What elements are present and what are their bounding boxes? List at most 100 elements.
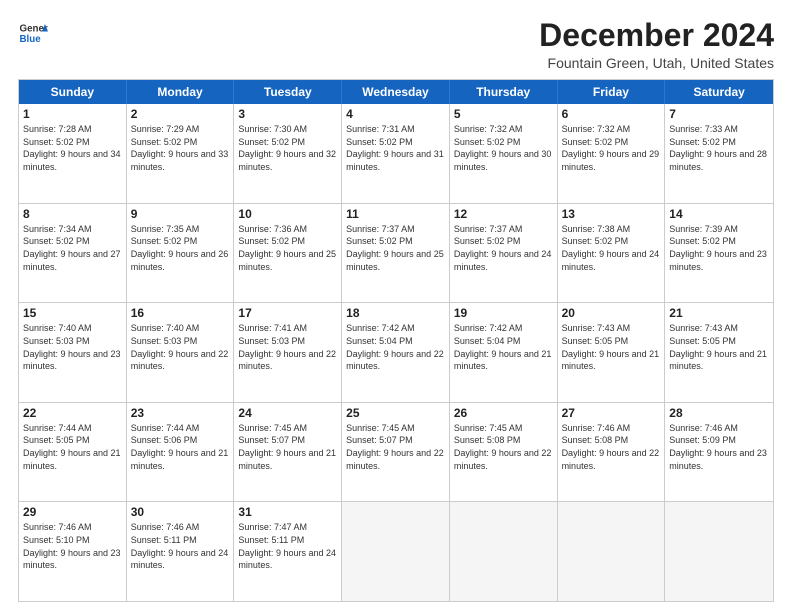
page: General Blue December 2024 Fountain Gree… — [0, 0, 792, 612]
day-number: 27 — [562, 406, 661, 420]
calendar-day-23: 23 Sunrise: 7:44 AMSunset: 5:06 PMDayligh… — [127, 403, 235, 502]
day-info: Sunrise: 7:47 AMSunset: 5:11 PMDaylight:… — [238, 521, 337, 571]
day-info: Sunrise: 7:45 AMSunset: 5:07 PMDaylight:… — [346, 422, 445, 472]
calendar-day-31: 31Sunrise: 7:47 AMSunset: 5:11 PMDayligh… — [234, 502, 342, 601]
month-title: December 2024 — [539, 18, 774, 53]
header-day-saturday: Saturday — [665, 80, 773, 104]
calendar-row-1: 8 Sunrise: 7:34 AMSunset: 5:02 PMDaylight… — [19, 203, 773, 303]
day-number: 23 — [131, 406, 230, 420]
day-number: 6 — [562, 107, 661, 121]
calendar-day-5: 5 Sunrise: 7:32 AMSunset: 5:02 PMDaylight… — [450, 104, 558, 203]
header-day-thursday: Thursday — [450, 80, 558, 104]
day-number: 3 — [238, 107, 337, 121]
calendar-day-11: 11Sunrise: 7:37 AMSunset: 5:02 PMDayligh… — [342, 204, 450, 303]
day-info: Sunrise: 7:32 AMSunset: 5:02 PMDaylight:… — [454, 123, 553, 173]
calendar-day-14: 14Sunrise: 7:39 AMSunset: 5:02 PMDayligh… — [665, 204, 773, 303]
day-info: Sunrise: 7:39 AMSunset: 5:02 PMDaylight:… — [669, 223, 769, 273]
calendar-day-20: 20Sunrise: 7:43 AMSunset: 5:05 PMDayligh… — [558, 303, 666, 402]
calendar-day-22: 22 Sunrise: 7:44 AMSunset: 5:05 PMDayligh… — [19, 403, 127, 502]
day-info: Sunrise: 7:46 AMSunset: 5:11 PMDaylight:… — [131, 521, 230, 571]
day-number: 15 — [23, 306, 122, 320]
day-info: Sunrise: 7:46 AMSunset: 5:08 PMDaylight:… — [562, 422, 661, 472]
svg-text:Blue: Blue — [20, 34, 42, 45]
calendar-day-13: 13 Sunrise: 7:38 AMSunset: 5:02 PMDayligh… — [558, 204, 666, 303]
day-info: Sunrise: 7:31 AMSunset: 5:02 PMDaylight:… — [346, 123, 445, 173]
day-info: Sunrise: 7:42 AMSunset: 5:04 PMDaylight:… — [454, 322, 553, 372]
day-number: 11 — [346, 207, 445, 221]
calendar-row-2: 15 Sunrise: 7:40 AMSunset: 5:03 PMDayligh… — [19, 302, 773, 402]
day-number: 21 — [669, 306, 769, 320]
calendar-day-3: 3Sunrise: 7:30 AMSunset: 5:02 PMDaylight… — [234, 104, 342, 203]
calendar: SundayMondayTuesdayWednesdayThursdayFrid… — [18, 79, 774, 602]
header-day-monday: Monday — [127, 80, 235, 104]
calendar-row-4: 29 Sunrise: 7:46 AMSunset: 5:10 PMDayligh… — [19, 501, 773, 601]
day-info: Sunrise: 7:34 AMSunset: 5:02 PMDaylight:… — [23, 223, 122, 273]
calendar-day-25: 25 Sunrise: 7:45 AMSunset: 5:07 PMDayligh… — [342, 403, 450, 502]
day-info: Sunrise: 7:29 AMSunset: 5:02 PMDaylight:… — [131, 123, 230, 173]
day-number: 25 — [346, 406, 445, 420]
calendar-day-19: 19Sunrise: 7:42 AMSunset: 5:04 PMDayligh… — [450, 303, 558, 402]
calendar-day-21: 21 Sunrise: 7:43 AMSunset: 5:05 PMDayligh… — [665, 303, 773, 402]
day-number: 26 — [454, 406, 553, 420]
day-number: 12 — [454, 207, 553, 221]
calendar-day-26: 26 Sunrise: 7:45 AMSunset: 5:08 PMDayligh… — [450, 403, 558, 502]
header-day-sunday: Sunday — [19, 80, 127, 104]
day-info: Sunrise: 7:46 AMSunset: 5:09 PMDaylight:… — [669, 422, 769, 472]
calendar-row-0: 1 Sunrise: 7:28 AMSunset: 5:02 PMDaylight… — [19, 104, 773, 203]
calendar-day-18: 18 Sunrise: 7:42 AMSunset: 5:04 PMDayligh… — [342, 303, 450, 402]
calendar-day-8: 8 Sunrise: 7:34 AMSunset: 5:02 PMDaylight… — [19, 204, 127, 303]
location: Fountain Green, Utah, United States — [539, 55, 774, 71]
header: General Blue December 2024 Fountain Gree… — [18, 18, 774, 71]
calendar-empty-cell — [558, 502, 666, 601]
calendar-day-7: 7Sunrise: 7:33 AMSunset: 5:02 PMDaylight… — [665, 104, 773, 203]
day-number: 18 — [346, 306, 445, 320]
day-number: 30 — [131, 505, 230, 519]
day-number: 22 — [23, 406, 122, 420]
day-number: 17 — [238, 306, 337, 320]
day-number: 5 — [454, 107, 553, 121]
day-info: Sunrise: 7:41 AMSunset: 5:03 PMDaylight:… — [238, 322, 337, 372]
calendar-day-15: 15 Sunrise: 7:40 AMSunset: 5:03 PMDayligh… — [19, 303, 127, 402]
day-info: Sunrise: 7:32 AMSunset: 5:02 PMDaylight:… — [562, 123, 661, 173]
logo-icon: General Blue — [18, 18, 48, 48]
day-info: Sunrise: 7:45 AMSunset: 5:08 PMDaylight:… — [454, 422, 553, 472]
day-number: 2 — [131, 107, 230, 121]
day-number: 28 — [669, 406, 769, 420]
calendar-day-17: 17 Sunrise: 7:41 AMSunset: 5:03 PMDayligh… — [234, 303, 342, 402]
day-number: 9 — [131, 207, 230, 221]
header-day-tuesday: Tuesday — [234, 80, 342, 104]
day-info: Sunrise: 7:37 AMSunset: 5:02 PMDaylight:… — [454, 223, 553, 273]
header-day-friday: Friday — [558, 80, 666, 104]
day-info: Sunrise: 7:46 AMSunset: 5:10 PMDaylight:… — [23, 521, 122, 571]
calendar-day-29: 29 Sunrise: 7:46 AMSunset: 5:10 PMDayligh… — [19, 502, 127, 601]
day-info: Sunrise: 7:40 AMSunset: 5:03 PMDaylight:… — [23, 322, 122, 372]
calendar-day-9: 9Sunrise: 7:35 AMSunset: 5:02 PMDaylight… — [127, 204, 235, 303]
day-number: 29 — [23, 505, 122, 519]
calendar-day-10: 10 Sunrise: 7:36 AMSunset: 5:02 PMDayligh… — [234, 204, 342, 303]
day-info: Sunrise: 7:44 AMSunset: 5:06 PMDaylight:… — [131, 422, 230, 472]
day-number: 13 — [562, 207, 661, 221]
day-info: Sunrise: 7:42 AMSunset: 5:04 PMDaylight:… — [346, 322, 445, 372]
day-number: 10 — [238, 207, 337, 221]
day-info: Sunrise: 7:36 AMSunset: 5:02 PMDaylight:… — [238, 223, 337, 273]
calendar-day-30: 30 Sunrise: 7:46 AMSunset: 5:11 PMDayligh… — [127, 502, 235, 601]
calendar-day-2: 2 Sunrise: 7:29 AMSunset: 5:02 PMDaylight… — [127, 104, 235, 203]
calendar-day-24: 24Sunrise: 7:45 AMSunset: 5:07 PMDayligh… — [234, 403, 342, 502]
day-info: Sunrise: 7:44 AMSunset: 5:05 PMDaylight:… — [23, 422, 122, 472]
logo: General Blue — [18, 18, 48, 48]
day-number: 24 — [238, 406, 337, 420]
calendar-empty-cell — [665, 502, 773, 601]
title-block: December 2024 Fountain Green, Utah, Unit… — [539, 18, 774, 71]
day-number: 8 — [23, 207, 122, 221]
calendar-day-1: 1 Sunrise: 7:28 AMSunset: 5:02 PMDaylight… — [19, 104, 127, 203]
day-info: Sunrise: 7:38 AMSunset: 5:02 PMDaylight:… — [562, 223, 661, 273]
day-info: Sunrise: 7:28 AMSunset: 5:02 PMDaylight:… — [23, 123, 122, 173]
calendar-empty-cell — [450, 502, 558, 601]
calendar-day-4: 4 Sunrise: 7:31 AMSunset: 5:02 PMDaylight… — [342, 104, 450, 203]
day-number: 20 — [562, 306, 661, 320]
header-day-wednesday: Wednesday — [342, 80, 450, 104]
calendar-day-27: 27 Sunrise: 7:46 AMSunset: 5:08 PMDayligh… — [558, 403, 666, 502]
day-number: 4 — [346, 107, 445, 121]
day-number: 1 — [23, 107, 122, 121]
day-info: Sunrise: 7:43 AMSunset: 5:05 PMDaylight:… — [669, 322, 769, 372]
